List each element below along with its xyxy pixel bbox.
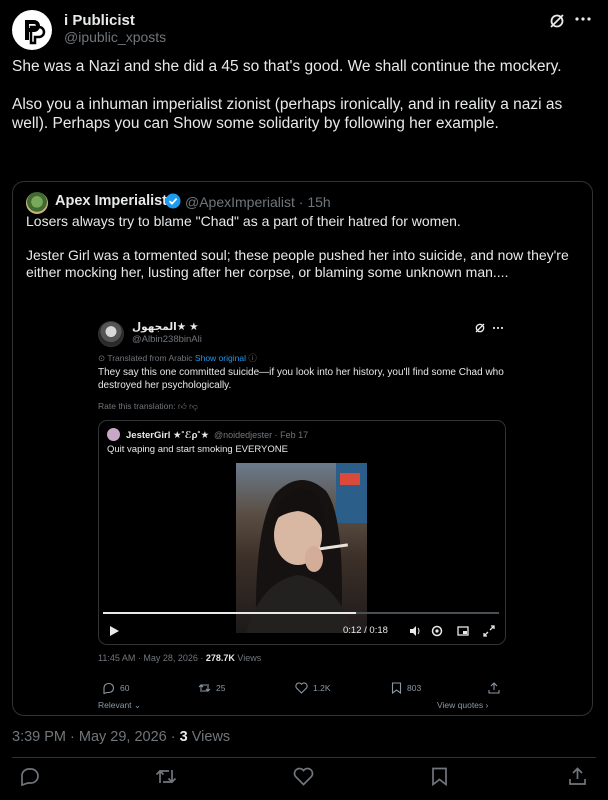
author-handle[interactable]: @ipublic_xposts <box>64 29 166 45</box>
inner-grok-icon <box>474 322 486 334</box>
inner-tweet-text: They say this one committed suicide—if y… <box>98 367 504 391</box>
share-icon <box>569 767 586 785</box>
reply-icon <box>103 682 115 694</box>
author-name[interactable]: i Publicist <box>64 12 135 29</box>
pip-icon <box>457 625 469 637</box>
nested-author-handle: @noidedjester · Feb 17 <box>214 430 309 440</box>
post-text: She was a Nazi and she did a 45 so that'… <box>12 58 563 132</box>
views-count: 3 <box>179 729 188 745</box>
bookmark-button[interactable] <box>431 767 448 786</box>
reply-icon <box>21 768 39 786</box>
inner-author-handle: @Albin238binAli <box>132 334 202 345</box>
video-time: 0:12 / 0:18 <box>343 625 388 636</box>
chevron-down-icon: ⌄ <box>131 700 142 710</box>
rate-translation: Rate this translation: 👍︎ 👎︎ <box>98 401 198 411</box>
bookmark-icon <box>432 767 447 786</box>
reply-button[interactable] <box>20 767 40 786</box>
quote-author-avatar[interactable] <box>26 192 48 214</box>
show-original-link: Show original <box>194 353 246 363</box>
nested-quote-text: Quit vaping and start smoking EVERYONE <box>107 444 288 455</box>
view-quotes-link: View quotes › <box>437 700 489 710</box>
repost-icon <box>198 684 211 692</box>
fullscreen-icon <box>483 625 495 637</box>
quote-author-handle[interactable]: @ApexImperialist · 15h <box>185 194 331 210</box>
inner-author-avatar <box>98 321 124 347</box>
post-timestamp[interactable]: 3:39 PM · May 29, 2026 · 3 Views <box>12 729 230 745</box>
video-thumbnail <box>236 463 367 633</box>
author-avatar[interactable] <box>12 10 52 50</box>
settings-icon <box>431 625 443 637</box>
thumbs-down-icon: 👎︎ <box>189 401 198 411</box>
divider <box>12 757 596 758</box>
verified-icon <box>165 193 181 209</box>
publicist-logo-icon <box>16 14 48 46</box>
volume-icon <box>409 625 421 637</box>
inner-repost-stat: 25 <box>198 682 225 694</box>
translate-icon: ⊙ <box>98 353 108 363</box>
inner-meta: 11:45 AM · May 28, 2026 · 278.7K Views <box>98 653 262 663</box>
chevron-right-icon: › <box>483 700 489 710</box>
translated-notice: ⊙ Translated from Arabic Show original ⓘ <box>98 353 257 363</box>
relevant-filter: Relevant ⌄ <box>98 700 142 710</box>
quote-text: Losers always try to blame "Chad" as a p… <box>26 213 569 280</box>
play-icon <box>110 626 119 636</box>
inner-bookmark-stat: 803 <box>391 682 421 694</box>
like-button[interactable] <box>293 767 314 786</box>
inner-reply-stat: 60 <box>102 682 129 694</box>
more-icon[interactable] <box>574 16 592 22</box>
info-icon: ⓘ <box>248 353 257 363</box>
like-icon <box>293 767 314 786</box>
nested-author-avatar <box>107 428 120 441</box>
video-progress-fill <box>103 612 357 614</box>
inner-author-name: المجهول★ ★ <box>132 321 199 333</box>
share-button[interactable] <box>568 767 587 786</box>
bookmark-icon <box>391 682 402 694</box>
nested-author-name: JesterGirl ★˚ℰρ˚★ <box>126 430 210 441</box>
thumbs-up-icon: 👍︎ <box>177 401 187 411</box>
inner-like-stat: 1.2K <box>295 682 331 694</box>
inner-share-icon <box>488 682 500 694</box>
inner-more-icon <box>492 326 504 330</box>
quote-author-name[interactable]: Apex Imperialist <box>55 193 167 209</box>
repost-button[interactable] <box>155 767 177 786</box>
grok-icon[interactable] <box>548 12 566 30</box>
repost-icon <box>155 769 177 784</box>
like-icon <box>295 682 308 694</box>
